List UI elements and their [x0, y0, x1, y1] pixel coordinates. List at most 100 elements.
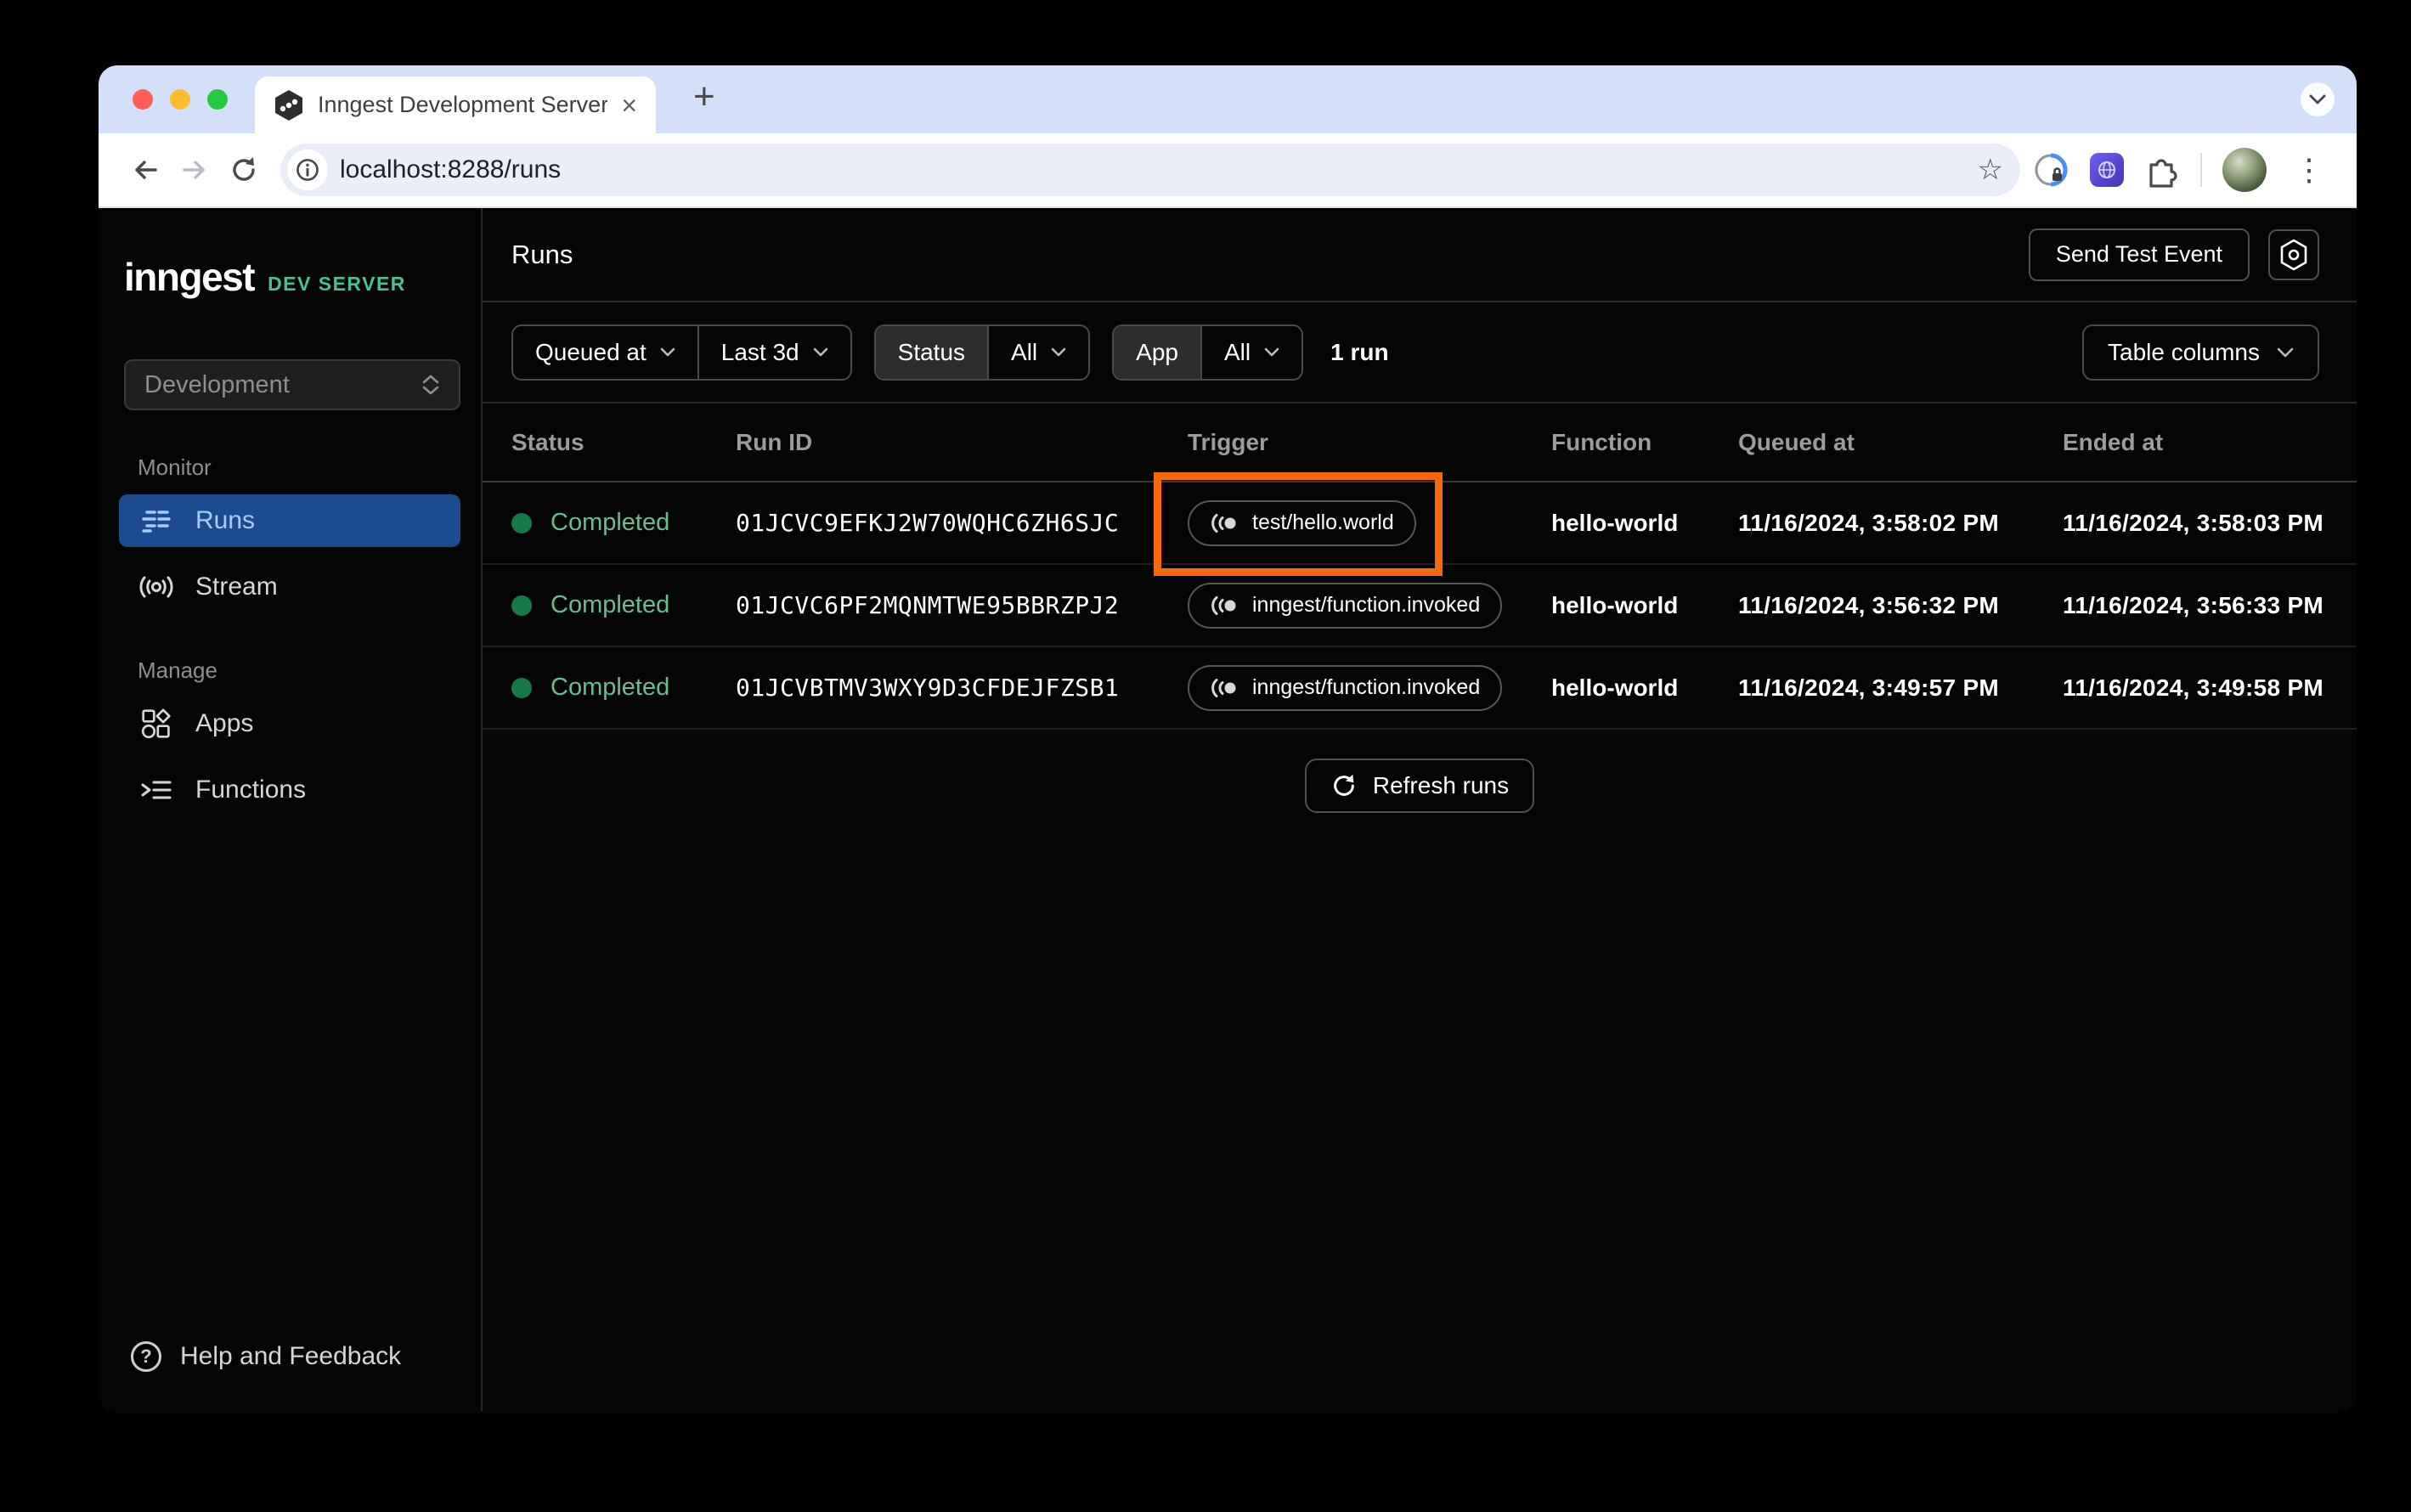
sidebar-item-label: Stream — [195, 573, 278, 601]
col-queued-at: Queued at — [1738, 428, 1855, 455]
environment-select[interactable]: Development — [124, 359, 460, 410]
page-header: Runs Send Test Event — [483, 208, 2357, 302]
extensions-puzzle-icon[interactable] — [2144, 152, 2180, 188]
status-filter-value: All — [1011, 338, 1038, 365]
status-label: Completed — [551, 591, 670, 618]
reload-icon[interactable] — [219, 155, 268, 185]
help-and-feedback[interactable]: ? Help and Feedback — [131, 1341, 481, 1372]
browser-tab[interactable]: Inngest Development Server × — [255, 76, 656, 133]
section-label-manage: Manage — [138, 657, 217, 683]
table-header: Status Run ID Trigger Function Queued at… — [483, 403, 2357, 482]
bookmark-star-icon[interactable]: ☆ — [1978, 153, 2003, 187]
tab-favicon-inngest-icon — [274, 89, 304, 121]
ended-at-value: 11/16/2024, 3:56:33 PM — [2063, 591, 2324, 618]
apps-shapes-icon — [139, 708, 173, 739]
stream-broadcast-icon — [139, 574, 173, 600]
tab-strip: Inngest Development Server × + — [99, 65, 2357, 133]
sidebar-item-apps[interactable]: Apps — [119, 697, 460, 750]
trigger-cell: inngest/function.invoked — [1188, 565, 1551, 646]
trigger-event-name: inngest/function.invoked — [1252, 593, 1481, 617]
trigger-event-name: inngest/function.invoked — [1252, 675, 1481, 699]
trigger-badge[interactable]: inngest/function.invoked — [1188, 664, 1503, 711]
settings-button[interactable] — [2268, 228, 2319, 280]
refresh-runs-button[interactable]: Refresh runs — [1304, 759, 1535, 813]
environment-select-value: Development — [144, 370, 290, 398]
app-filter: App All — [1112, 324, 1304, 381]
status-cell: Completed — [511, 509, 736, 537]
table-row[interactable]: Completed 01JCVBTMV3WXY9D3CFDEJFZSB1 inn… — [483, 647, 2357, 730]
status-filter-dropdown[interactable]: All — [987, 325, 1088, 379]
page-title: Runs — [511, 239, 573, 269]
table-columns-button[interactable]: Table columns — [2082, 324, 2319, 381]
run-count: 1 run — [1330, 338, 1389, 365]
address-bar[interactable]: localhost:8288/runs ☆ — [280, 144, 2020, 196]
sidebar-item-runs[interactable]: Runs — [119, 494, 460, 547]
trigger-event-name: test/hello.world — [1252, 511, 1394, 534]
maximize-window-button[interactable] — [207, 89, 228, 110]
status-filter: Status All — [873, 324, 1091, 381]
run-id[interactable]: 01JCVC9EFKJ2W70WQHC6ZH6SJC — [736, 509, 1188, 537]
header-actions: Send Test Event — [2028, 228, 2319, 281]
password-manager-icon[interactable] — [2032, 151, 2069, 189]
time-field-dropdown[interactable]: Queued at — [513, 326, 697, 379]
url-text[interactable]: localhost:8288/runs — [340, 155, 561, 184]
close-window-button[interactable] — [133, 89, 153, 110]
refresh-row: Refresh runs — [483, 730, 2357, 874]
trigger-badge[interactable]: test/hello.world — [1188, 499, 1416, 546]
status-label: Completed — [551, 509, 670, 536]
site-info-icon[interactable] — [287, 150, 328, 190]
function-name[interactable]: hello-world — [1551, 592, 1738, 619]
extension-app-icon[interactable] — [2090, 153, 2124, 187]
send-test-event-button[interactable]: Send Test Event — [2028, 228, 2250, 281]
new-tab-button[interactable]: + — [693, 76, 715, 118]
forward-icon[interactable] — [170, 155, 219, 185]
main-content: Runs Send Test Event Queued at Last 3d S… — [483, 208, 2357, 1411]
run-id[interactable]: 01JCVBTMV3WXY9D3CFDEJFZSB1 — [736, 674, 1188, 702]
function-name[interactable]: hello-world — [1551, 510, 1738, 537]
logo-row: inngest DEV SERVER — [124, 254, 481, 300]
tab-close-icon[interactable]: × — [621, 92, 637, 119]
run-id[interactable]: 01JCVC6PF2MQNMTWE95BBRZPJ2 — [736, 591, 1188, 619]
trigger-cell: test/hello.world — [1154, 472, 1551, 576]
ended-at-value: 11/16/2024, 3:58:03 PM — [2063, 509, 2324, 536]
sidebar-item-stream[interactable]: Stream — [119, 561, 460, 613]
function-name[interactable]: hello-world — [1551, 674, 1738, 702]
section-label-monitor: Monitor — [138, 454, 212, 480]
table-row[interactable]: Completed 01JCVC9EFKJ2W70WQHC6ZH6SJC tes… — [483, 472, 2357, 576]
trigger-cell: inngest/function.invoked — [1188, 647, 1551, 728]
trigger-badge[interactable]: inngest/function.invoked — [1188, 582, 1503, 629]
browser-window: Inngest Development Server × + localhost… — [99, 65, 2357, 1413]
table-columns-label: Table columns — [2108, 338, 2260, 365]
profile-avatar[interactable] — [2222, 148, 2267, 192]
status-cell: Completed — [511, 591, 736, 619]
back-icon[interactable] — [121, 155, 170, 185]
col-ended-at: Ended at — [2063, 428, 2164, 455]
sidebar-item-label: Runs — [195, 506, 256, 534]
empty-area — [483, 874, 2357, 1411]
toolbar-divider — [2200, 153, 2202, 187]
toolbar-extensions: ⋮ — [2032, 148, 2335, 192]
col-status: Status — [511, 428, 584, 455]
updown-chevron-icon — [421, 375, 440, 395]
app-filter-value: All — [1223, 338, 1251, 365]
table-row[interactable]: Completed 01JCVC6PF2MQNMTWE95BBRZPJ2 inn… — [483, 565, 2357, 647]
sidebar-item-functions[interactable]: Functions — [119, 764, 460, 816]
app-filter-dropdown[interactable]: All — [1200, 325, 1301, 379]
inngest-app: inngest DEV SERVER Development Monitor R… — [99, 208, 2357, 1411]
runs-list-icon — [139, 508, 173, 533]
functions-list-icon — [139, 778, 173, 802]
time-range-dropdown[interactable]: Last 3d — [697, 325, 850, 379]
sidebar-item-label: Functions — [195, 776, 307, 804]
minimize-window-button[interactable] — [170, 89, 190, 110]
browser-menu-icon[interactable]: ⋮ — [2287, 152, 2331, 188]
queued-at-value: 11/16/2024, 3:49:57 PM — [1738, 674, 2000, 701]
status-filter-label: Status — [875, 325, 988, 379]
help-icon: ? — [131, 1341, 161, 1372]
tab-search-chevron-icon[interactable] — [2301, 82, 2335, 116]
sidebar-item-label: Apps — [195, 709, 254, 737]
filter-bar: Queued at Last 3d Status All App All 1 r… — [483, 302, 2357, 403]
dev-server-badge: DEV SERVER — [268, 273, 406, 295]
ended-at-value: 11/16/2024, 3:49:58 PM — [2063, 674, 2324, 701]
col-function: Function — [1551, 428, 1652, 455]
